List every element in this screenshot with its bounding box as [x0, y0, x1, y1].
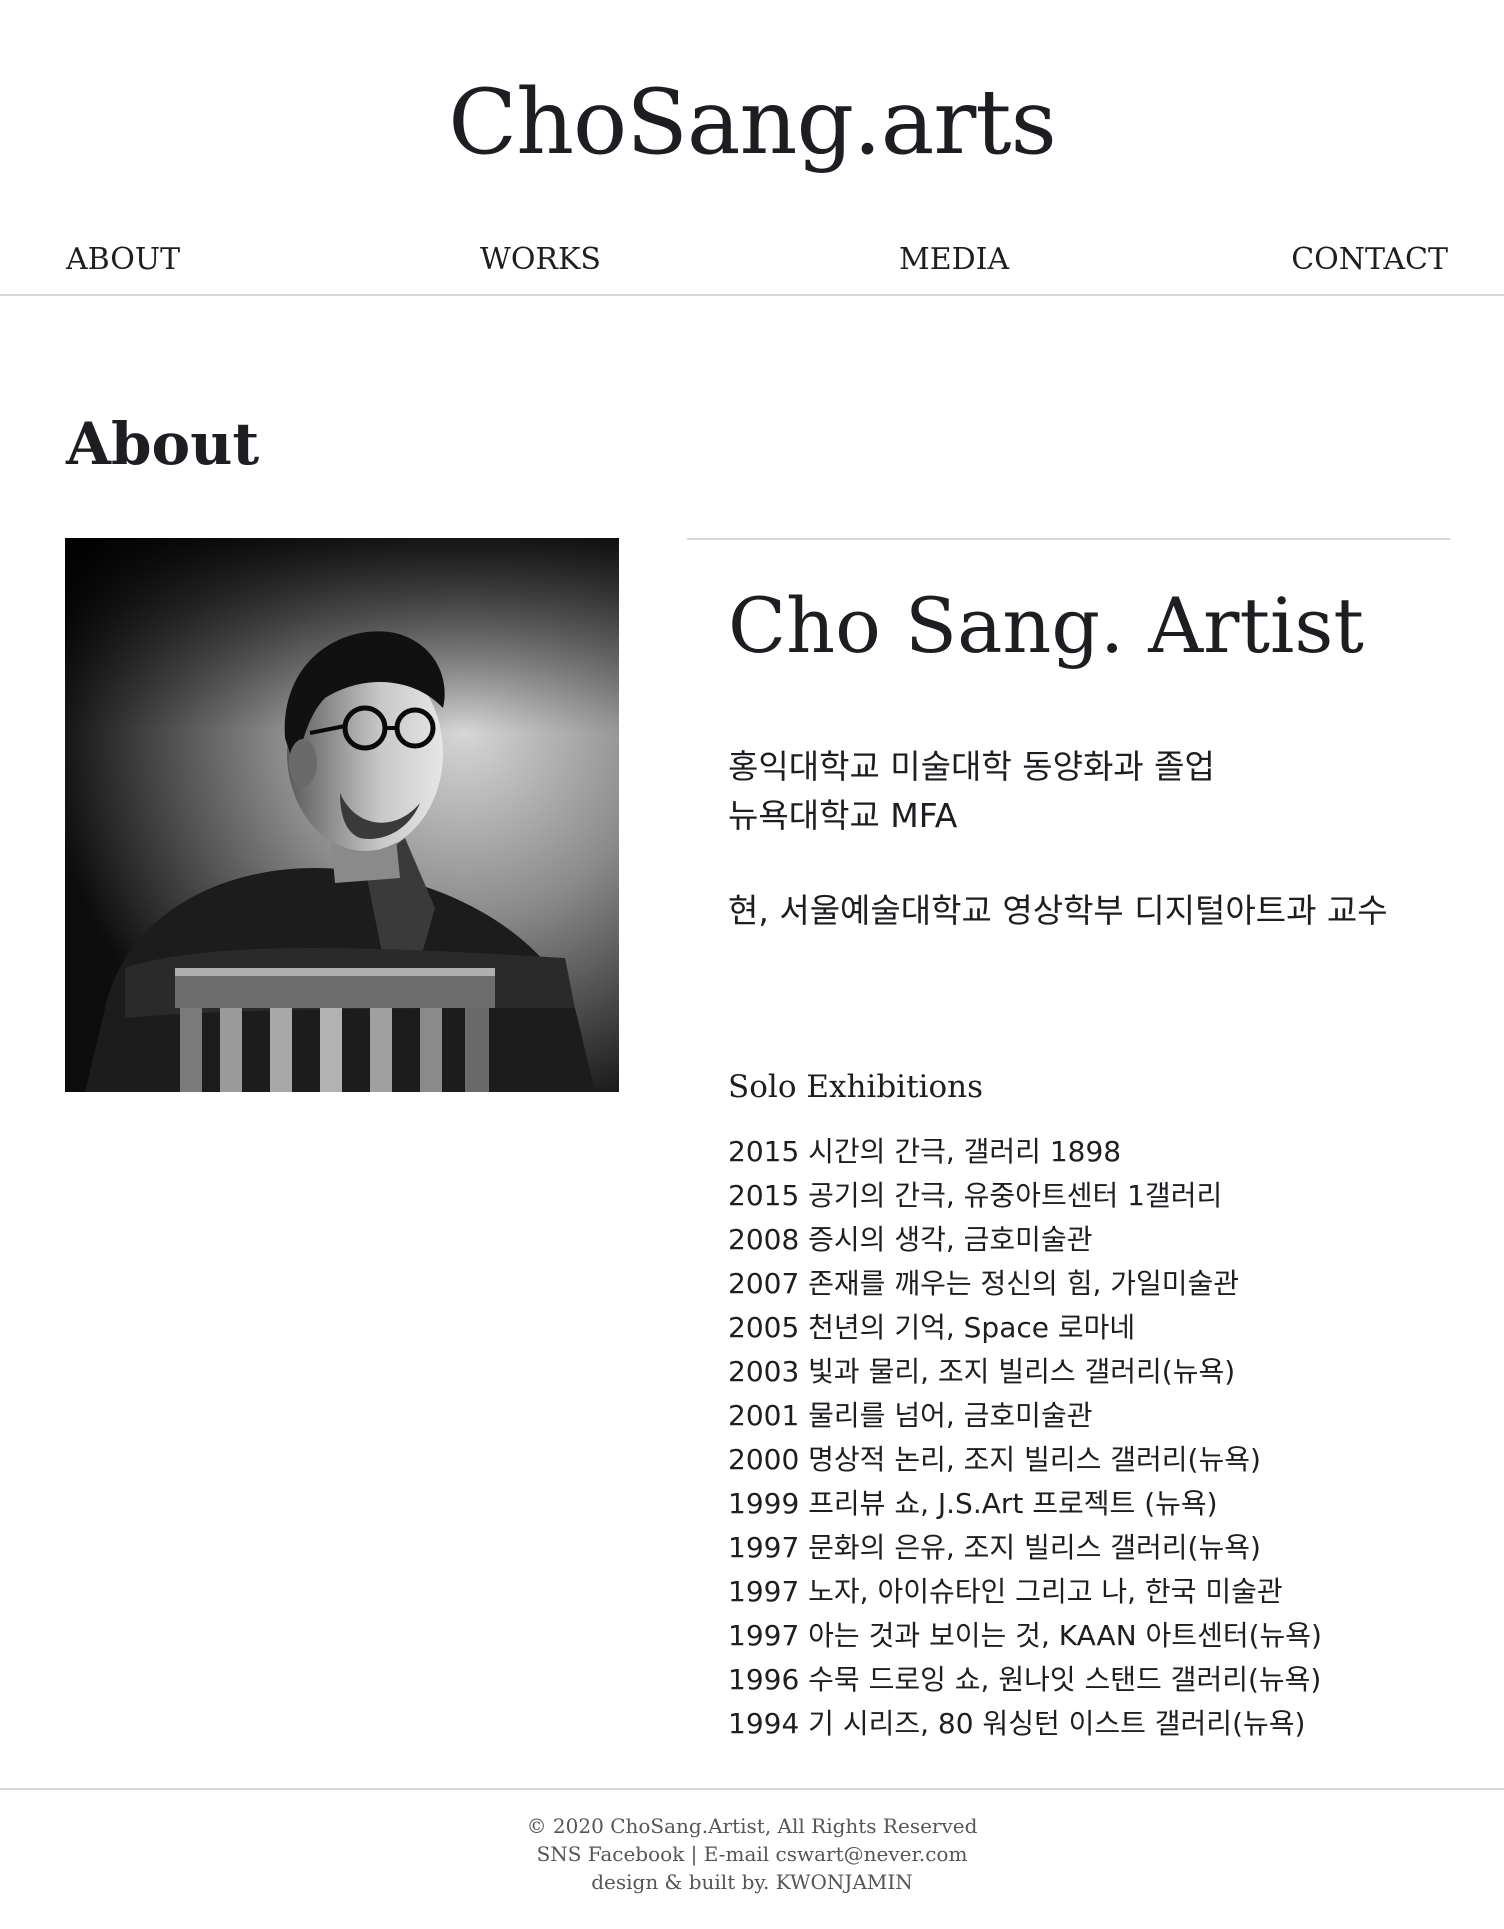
nav-item-about[interactable]: ABOUT	[66, 240, 180, 280]
main-nav: ABOUT WORKS MEDIA CONTACT	[0, 240, 1504, 280]
footer-divider	[0, 1788, 1504, 1790]
nav-item-media[interactable]: MEDIA	[899, 240, 1009, 280]
exhibition-item: 2015 공기의 간극, 유중아트센터 1갤러리	[728, 1179, 1223, 1212]
exhibition-item: 1994 기 시리즈, 80 워싱턴 이스트 갤러리(뉴욕)	[728, 1707, 1306, 1740]
exhibition-item: 1997 문화의 은유, 조지 빌리스 갤러리(뉴욕)	[728, 1531, 1261, 1564]
education-list: 홍익대학교 미술대학 동양화과 졸업 뉴욕대학교 MFA	[728, 742, 1215, 840]
education-item: 뉴욕대학교 MFA	[728, 796, 958, 835]
page-title: About	[66, 410, 260, 478]
site-title[interactable]: ChoSang.arts	[0, 68, 1504, 178]
current-position: 현, 서울예술대학교 영상학부 디지털아트과 교수	[728, 891, 1388, 930]
footer-contact-line: SNS Facebook | E-mail cswart@never.com	[0, 1840, 1504, 1868]
exhibition-item: 1997 노자, 아이슈타인 그리고 나, 한국 미술관	[728, 1575, 1283, 1608]
exhibition-item: 2001 물리를 넘어, 금호미술관	[728, 1399, 1093, 1432]
exhibition-item: 2005 천년의 기억, Space 로마네	[728, 1311, 1136, 1344]
bio-divider	[687, 538, 1450, 540]
footer-separator: |	[684, 1842, 704, 1866]
nav-divider	[0, 294, 1504, 296]
exhibition-item: 2003 빛과 물리, 조지 빌리스 갤러리(뉴욕)	[728, 1355, 1236, 1388]
education-item: 홍익대학교 미술대학 동양화과 졸업	[728, 747, 1215, 786]
solo-exhibitions-heading: Solo Exhibitions	[728, 1069, 983, 1105]
exhibition-item: 1997 아는 것과 보이는 것, KAAN 아트센터(뉴욕)	[728, 1619, 1322, 1652]
exhibition-item: 2000 명상적 논리, 조지 빌리스 갤러리(뉴욕)	[728, 1443, 1261, 1476]
exhibition-item: 2008 증시의 생각, 금호미술관	[728, 1223, 1093, 1256]
artist-name: Cho Sang. Artist	[728, 581, 1364, 670]
nav-item-contact[interactable]: CONTACT	[1291, 240, 1448, 280]
solo-exhibitions-list: 2015 시간의 간극, 갤러리 1898 2015 공기의 간극, 유중아트센…	[728, 1130, 1322, 1746]
footer-copyright: © 2020 ChoSang.Artist, All Rights Reserv…	[526, 1814, 978, 1838]
footer-credit: design & built by. KWONJAMIN	[591, 1870, 913, 1894]
exhibition-item: 2007 존재를 깨우는 정신의 힘, 가일미술관	[728, 1267, 1240, 1300]
email-link[interactable]: E-mail cswart@never.com	[704, 1842, 968, 1866]
nav-item-works[interactable]: WORKS	[480, 240, 601, 280]
exhibition-item: 2015 시간의 간극, 갤러리 1898	[728, 1135, 1122, 1168]
artist-portrait	[65, 538, 619, 1092]
portrait-photo-graphic	[65, 538, 619, 1092]
exhibition-item: 1996 수묵 드로잉 쇼, 원나잇 스탠드 갤러리(뉴욕)	[728, 1663, 1322, 1696]
facebook-link[interactable]: SNS Facebook	[537, 1842, 685, 1866]
exhibition-item: 1999 프리뷰 쇼, J.S.Art 프로젝트 (뉴욕)	[728, 1487, 1218, 1520]
site-footer: © 2020 ChoSang.Artist, All Rights Reserv…	[0, 1812, 1504, 1896]
